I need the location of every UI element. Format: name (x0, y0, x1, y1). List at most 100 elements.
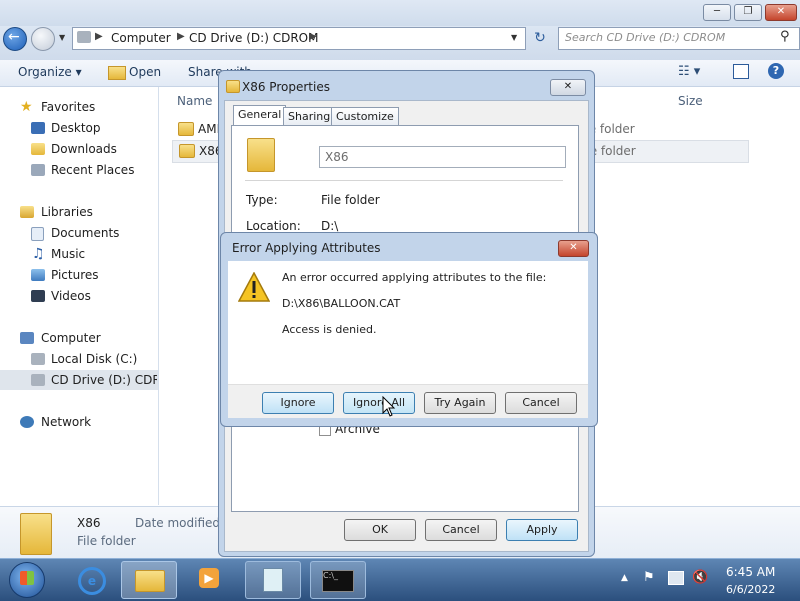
open-button[interactable]: Open (129, 65, 161, 79)
nav-recent-places-label: Recent Places (51, 163, 135, 177)
nav-downloads-label: Downloads (51, 142, 117, 156)
action-center-flag-icon[interactable]: ⚑ (643, 570, 655, 585)
nav-favorites-label: Favorites (41, 100, 96, 114)
error-dialog-title: Error Applying Attributes (232, 241, 381, 255)
ignore-button[interactable]: Ignore (262, 392, 334, 414)
cancel-button[interactable]: Cancel (425, 519, 497, 541)
open-folder-icon (108, 66, 126, 80)
breadcrumb-separator-icon: ▶ (309, 31, 317, 42)
search-placeholder: Search CD Drive (D:) CDROM (565, 31, 726, 44)
show-hidden-icons-icon[interactable]: ▲ (621, 573, 628, 583)
desktop-icon (31, 122, 45, 134)
nav-local-disk[interactable]: Local Disk (C:) (0, 349, 158, 369)
breadcrumb-computer[interactable]: Computer (111, 31, 171, 45)
music-icon: ♫ (32, 246, 45, 262)
ok-button[interactable]: OK (344, 519, 416, 541)
windows-logo-icon (20, 571, 34, 585)
error-file-path: D:\X86\BALLOON.CAT (282, 297, 401, 310)
error-close-button[interactable]: ✕ (558, 240, 589, 257)
column-header-size[interactable]: Size (678, 94, 703, 108)
nav-downloads[interactable]: Downloads (0, 139, 158, 159)
search-icon[interactable]: ⚲ (780, 29, 790, 44)
details-date-label: Date modified: (135, 516, 225, 530)
nav-computer[interactable]: Computer (0, 328, 158, 348)
properties-title: X86 Properties (242, 80, 330, 94)
clock-time[interactable]: 6:45 AM (726, 565, 775, 579)
recent-places-icon (31, 164, 45, 176)
tab-sharing[interactable]: Sharing (283, 107, 336, 126)
error-detail: Access is denied. (282, 323, 377, 336)
forward-button[interactable] (31, 27, 55, 51)
nav-favorites[interactable]: ★ Favorites (0, 97, 158, 117)
downloads-folder-icon (31, 143, 45, 155)
folder-name-field[interactable]: X86 (319, 146, 566, 168)
nav-cd-drive-label: CD Drive (D:) CDROM (51, 373, 157, 387)
error-cancel-button[interactable]: Cancel (505, 392, 577, 414)
nav-pictures[interactable]: Pictures (0, 265, 158, 285)
refresh-icon[interactable]: ↻ (530, 28, 550, 48)
recent-pages-chevron-icon[interactable]: ▼ (59, 33, 65, 42)
location-label: Location: (246, 219, 301, 233)
nav-libraries[interactable]: Libraries (0, 202, 158, 222)
folder-name-value: X86 (325, 150, 349, 164)
explorer-folder-icon (135, 570, 165, 592)
view-options-icon[interactable]: ☷ ▾ (678, 64, 700, 79)
taskbar-media-player[interactable]: ▶ (183, 561, 237, 597)
nav-libraries-label: Libraries (41, 205, 93, 219)
taskbar-windows-explorer[interactable] (121, 561, 177, 599)
nav-documents-label: Documents (51, 226, 120, 240)
address-dropdown-icon[interactable]: ▼ (511, 33, 517, 42)
taskbar-command-prompt[interactable]: C:\_ (310, 561, 366, 599)
command-prompt-icon: C:\_ (322, 570, 354, 592)
preview-pane-icon[interactable] (733, 64, 749, 79)
tab-customize[interactable]: Customize (331, 107, 399, 126)
folder-icon (178, 122, 194, 136)
location-value: D:\ (321, 219, 339, 233)
volume-muted-icon[interactable]: 🔇 (692, 570, 708, 585)
taskbar-notepad[interactable] (245, 561, 301, 599)
start-button[interactable] (9, 562, 45, 598)
nav-recent-places[interactable]: Recent Places (0, 160, 158, 180)
hard-drive-icon (31, 353, 45, 365)
divider (245, 180, 563, 181)
media-player-icon: ▶ (199, 568, 219, 588)
taskbar-internet-explorer[interactable]: e (63, 561, 117, 597)
organize-button[interactable]: Organize ▾ (18, 65, 82, 79)
details-type: File folder (77, 534, 136, 548)
network-icon (20, 416, 34, 428)
nav-cd-drive[interactable]: CD Drive (D:) CDROM (0, 370, 158, 390)
maximize-button[interactable]: ❐ (734, 4, 762, 21)
ignore-all-button[interactable]: Ignore All (343, 392, 415, 414)
nav-pictures-label: Pictures (51, 268, 99, 282)
title-folder-icon (226, 80, 240, 93)
back-button[interactable]: ← (3, 27, 27, 51)
nav-videos[interactable]: Videos (0, 286, 158, 306)
column-header-name[interactable]: Name (177, 94, 212, 108)
nav-desktop[interactable]: Desktop (0, 118, 158, 138)
minimize-button[interactable]: ─ (703, 4, 731, 21)
nav-music-label: Music (51, 247, 86, 261)
documents-icon (31, 227, 44, 241)
nav-documents[interactable]: Documents (0, 223, 158, 243)
nav-music[interactable]: ♫ Music (0, 244, 158, 264)
close-window-button[interactable]: ✕ (765, 4, 797, 21)
breadcrumb-separator-icon: ▶ (95, 31, 103, 42)
tab-general[interactable]: General (233, 105, 287, 126)
nav-network[interactable]: Network (0, 412, 158, 432)
try-again-button[interactable]: Try Again (424, 392, 496, 414)
mouse-cursor-icon (382, 396, 396, 417)
window-titlebar (0, 0, 800, 26)
properties-close-button[interactable]: ✕ (550, 79, 586, 96)
breadcrumb-cd-drive[interactable]: CD Drive (D:) CDROM (189, 31, 318, 45)
network-status-icon[interactable] (668, 571, 684, 585)
help-icon[interactable]: ? (768, 63, 784, 79)
star-icon: ★ (20, 99, 33, 115)
libraries-icon (20, 206, 34, 218)
details-name: X86 (77, 516, 101, 530)
clock-date[interactable]: 6/6/2022 (726, 583, 775, 596)
apply-button[interactable]: Apply (506, 519, 578, 541)
address-bar[interactable]: ▶ Computer ▶ CD Drive (D:) CDROM ▶ ▼ (72, 27, 526, 50)
search-input[interactable]: Search CD Drive (D:) CDROM ⚲ (558, 27, 800, 50)
error-message: An error occurred applying attributes to… (282, 271, 547, 284)
nav-desktop-label: Desktop (51, 121, 101, 135)
